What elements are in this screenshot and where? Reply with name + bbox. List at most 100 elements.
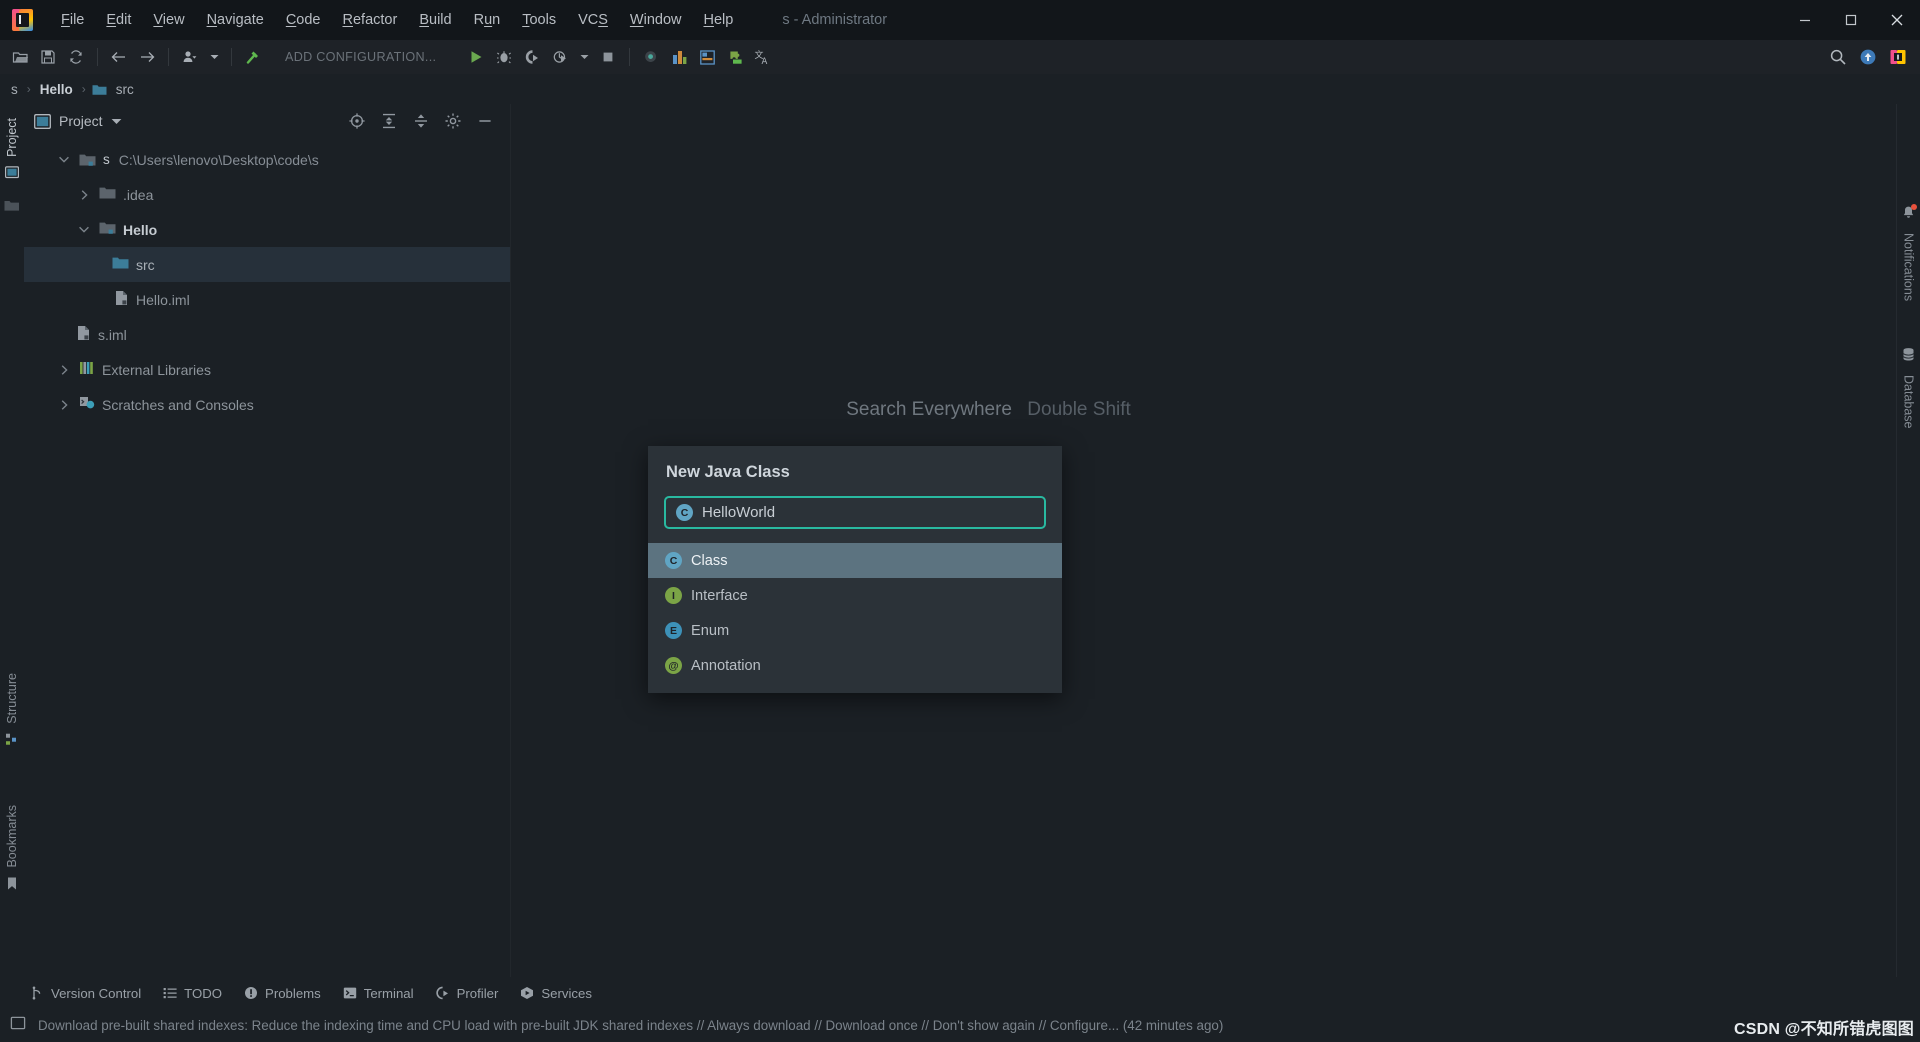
debug-icon[interactable] <box>490 43 518 71</box>
menu-item-run[interactable]: Run <box>463 8 512 32</box>
forward-arrow-icon[interactable] <box>133 43 161 71</box>
sidebar-item-project-label: Project <box>5 118 19 157</box>
bottom-item-profiler[interactable]: Profiler <box>435 985 499 1001</box>
chevron-down-icon[interactable] <box>111 112 122 130</box>
tree-row-s-iml[interactable]: s.iml <box>24 317 510 352</box>
build-hammer-icon[interactable] <box>239 43 267 71</box>
bookmarks-tool-icon <box>8 877 16 890</box>
bottom-item-version-control[interactable]: Version Control <box>30 986 141 1001</box>
tree-row-root[interactable]: s C:\Users\lenovo\Desktop\code\s <box>24 142 510 177</box>
open-folder-icon[interactable] <box>6 43 34 71</box>
bottom-item-todo[interactable]: TODO <box>163 986 222 1001</box>
user-icon[interactable] <box>176 43 204 71</box>
project-panel-header: Project <box>24 104 510 138</box>
project-tool-window: Project s C:\Users\lenovo\Desktop\code\s… <box>24 104 511 977</box>
project-tree: s C:\Users\lenovo\Desktop\code\s .idea H… <box>24 138 510 977</box>
class-badge-icon: C <box>665 552 682 569</box>
layout-icon[interactable] <box>665 43 693 71</box>
left-strip-folder-icon[interactable] <box>4 199 20 217</box>
tree-row-scratches-label: Scratches and Consoles <box>102 396 254 413</box>
chevron-right-icon[interactable] <box>56 364 72 375</box>
tree-row-scratches[interactable]: Scratches and Consoles <box>24 387 510 422</box>
menu-item-view[interactable]: View <box>142 8 195 32</box>
menu-item-edit[interactable]: Edit <box>95 8 142 32</box>
translate-icon[interactable]: 文A <box>749 43 777 71</box>
sidebar-item-database[interactable]: Database <box>1899 367 1919 437</box>
profile-icon[interactable] <box>546 43 574 71</box>
notifications-bell-icon[interactable] <box>1901 204 1917 225</box>
toolbar-separator <box>97 48 98 66</box>
save-icon[interactable] <box>34 43 62 71</box>
sidebar-item-notifications[interactable]: Notifications <box>1899 225 1919 309</box>
chevron-right-icon[interactable] <box>56 399 72 410</box>
tree-row-hello-iml[interactable]: Hello.iml <box>24 282 510 317</box>
bottom-item-terminal[interactable]: Terminal <box>343 986 414 1001</box>
menu-item-help[interactable]: Help <box>692 8 744 32</box>
collapse-all-icon[interactable] <box>410 110 432 132</box>
stop-icon[interactable] <box>594 43 622 71</box>
update-project-icon[interactable] <box>1854 43 1882 71</box>
popup-option-enum-label: Enum <box>691 622 730 639</box>
bottom-item-profiler-label: Profiler <box>456 985 499 1001</box>
expand-all-icon[interactable] <box>378 110 400 132</box>
menu-item-build[interactable]: Build <box>408 8 462 32</box>
tree-row-root-label: C:\Users\lenovo\Desktop\code\s <box>118 151 319 168</box>
chevron-down-icon[interactable] <box>56 156 72 163</box>
hide-panel-icon[interactable] <box>474 110 496 132</box>
chevron-down-icon[interactable] <box>204 43 224 71</box>
breadcrumb-item-module[interactable]: Hello <box>37 82 76 97</box>
breadcrumb-item-src[interactable]: src <box>92 82 137 97</box>
select-opened-file-icon[interactable] <box>346 110 368 132</box>
settings-gear-icon[interactable] <box>442 110 464 132</box>
minimize-button[interactable] <box>1782 0 1828 40</box>
ui-designer-icon[interactable] <box>693 43 721 71</box>
run-icon[interactable] <box>462 43 490 71</box>
breadcrumb-item-project[interactable]: s <box>8 82 21 97</box>
bottom-item-problems-label: Problems <box>265 985 321 1001</box>
project-tool-icon <box>5 166 19 179</box>
external-libraries-icon <box>79 361 95 378</box>
add-configuration-button[interactable]: ADD CONFIGURATION... <box>273 46 448 68</box>
popup-option-enum[interactable]: E Enum <box>648 613 1062 648</box>
close-button[interactable] <box>1874 0 1920 40</box>
breadcrumb: s › Hello › src <box>0 74 1920 104</box>
chevron-down-icon[interactable] <box>76 226 92 233</box>
popup-option-class[interactable]: C Class <box>648 543 1062 578</box>
menu-item-code[interactable]: Code <box>275 8 332 32</box>
bottom-item-problems[interactable]: Problems <box>244 986 321 1001</box>
plugin-icon[interactable] <box>721 43 749 71</box>
menu-item-navigate[interactable]: Navigate <box>196 8 275 32</box>
maximize-button[interactable] <box>1828 0 1874 40</box>
ide-icon[interactable] <box>1884 43 1912 71</box>
menu-item-vcs[interactable]: VCS <box>567 8 619 32</box>
ide-status-icon[interactable] <box>10 1015 26 1036</box>
search-everywhere-icon[interactable] <box>637 43 665 71</box>
menu-item-tools[interactable]: Tools <box>511 8 567 32</box>
profiler-icon <box>435 986 448 1000</box>
popup-option-interface[interactable]: I Interface <box>648 578 1062 613</box>
chevron-down-icon[interactable] <box>574 43 594 71</box>
search-icon[interactable] <box>1824 43 1852 71</box>
tree-row-idea[interactable]: .idea <box>24 177 510 212</box>
services-icon <box>521 987 534 999</box>
back-arrow-icon[interactable] <box>105 43 133 71</box>
sidebar-item-project[interactable]: Project <box>2 110 22 190</box>
bottom-item-services[interactable]: Services <box>520 986 592 1001</box>
sync-icon[interactable] <box>62 43 90 71</box>
sidebar-item-bookmarks[interactable]: Bookmarks <box>2 797 22 902</box>
tree-row-hello[interactable]: Hello <box>24 212 510 247</box>
status-bar-message[interactable]: Download pre-built shared indexes: Reduc… <box>38 1018 1223 1033</box>
run-with-coverage-icon[interactable] <box>518 43 546 71</box>
tree-row-src[interactable]: src <box>24 247 510 282</box>
class-name-input[interactable]: C HelloWorld <box>664 496 1046 529</box>
sidebar-item-structure[interactable]: Structure <box>2 665 22 757</box>
popup-option-annotation[interactable]: @ Annotation <box>648 648 1062 683</box>
chevron-right-icon[interactable] <box>76 189 92 200</box>
menu-item-file[interactable]: File <box>50 8 95 32</box>
tree-row-external-libraries[interactable]: External Libraries <box>24 352 510 387</box>
menu-item-window[interactable]: Window <box>619 8 693 32</box>
structure-tool-icon <box>6 733 17 745</box>
problems-icon <box>245 987 258 999</box>
menu-item-refactor[interactable]: Refactor <box>332 8 409 32</box>
database-icon[interactable] <box>1901 347 1916 367</box>
